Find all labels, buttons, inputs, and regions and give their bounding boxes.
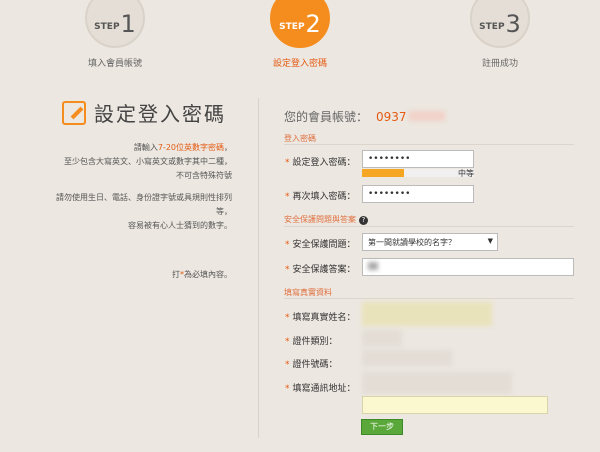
- address-input[interactable]: [362, 396, 548, 414]
- step-3-label: 註冊成功: [481, 59, 518, 69]
- required-star: *: [285, 313, 290, 323]
- section-divider: [284, 226, 574, 227]
- step-1-circle: STEP 1: [85, 0, 145, 48]
- rule-text: 至少包含大寫英文、小寫英文或數字其中二種，: [64, 157, 232, 166]
- rule-text: 不可含特殊符號: [176, 171, 232, 180]
- security-answer-label-text: 安全保護答案：: [292, 265, 356, 275]
- real-name-label-text: 填寫真實姓名：: [292, 313, 356, 323]
- strength-text: 中等: [458, 169, 474, 178]
- required-star: *: [285, 158, 290, 168]
- real-name-input[interactable]: [362, 302, 492, 326]
- id-number-input[interactable]: [362, 350, 452, 366]
- security-question-label: * 安全保護問題：: [285, 237, 356, 250]
- required-star: *: [285, 265, 290, 275]
- divider: [258, 98, 259, 438]
- step-2-label: 設定登入密碼: [272, 59, 327, 69]
- real-name-label: * 填寫真實姓名：: [285, 310, 356, 323]
- warning-text: 容易被有心人士猜到的數字。: [128, 221, 232, 230]
- page-title-row: 設定登入密碼: [62, 98, 226, 127]
- section-info-header: 填寫真實資料: [284, 288, 332, 297]
- step-number: 3: [505, 10, 521, 38]
- address-selects[interactable]: [362, 372, 512, 394]
- required-star: *: [285, 240, 290, 250]
- step-1: STEP 1 填入會員帳號: [45, 0, 185, 69]
- step-1-label: 填入會員帳號: [87, 59, 142, 69]
- required-star: *: [285, 384, 290, 394]
- security-question-value: 第一間就讀學校的名字？: [368, 238, 456, 247]
- section-security-header: 安全保護問題與答案?: [284, 214, 368, 225]
- address-label: * 填寫通訊地址：: [285, 381, 356, 394]
- next-button[interactable]: 下一步: [361, 419, 403, 435]
- confirm-password-label: * 再次填入密碼：: [285, 189, 356, 202]
- confirm-password-input[interactable]: ••••••••: [362, 185, 474, 203]
- rule-highlight: 7-20位英數字密碼: [157, 143, 224, 152]
- step-number: 2: [305, 10, 321, 38]
- address-label-text: 填寫通訊地址：: [292, 384, 356, 394]
- account-row: 您的會員帳號： 0937: [284, 108, 445, 125]
- rule-text: ，: [224, 143, 232, 152]
- security-question-select[interactable]: 第一間就讀學校的名字？ ▼: [362, 233, 498, 251]
- required-note: 打*為必填內容。: [0, 268, 232, 282]
- required-star: *: [285, 192, 290, 202]
- step-word: STEP: [279, 22, 305, 32]
- password-strength-meter: 中等: [362, 169, 486, 179]
- step-word: STEP: [479, 22, 505, 32]
- required-text: 打: [172, 270, 180, 279]
- masked-account: [408, 111, 445, 121]
- required-star: *: [285, 360, 290, 370]
- id-type-label-text: 證件類別：: [292, 337, 338, 347]
- page-title: 設定登入密碼: [94, 102, 226, 126]
- step-2: STEP 2 設定登入密碼: [230, 0, 370, 69]
- password-label: * 設定登入密碼：: [285, 155, 356, 168]
- step-number: 1: [120, 10, 136, 38]
- step-indicator: STEP 1 填入會員帳號 STEP 2 設定登入密碼 STEP 3 註冊成功: [0, 0, 600, 80]
- warning-text: 請勿使用生日、電話、身份證字號或具規則性排列: [56, 193, 232, 202]
- step-2-circle: STEP 2: [270, 0, 330, 48]
- edit-icon: [62, 100, 86, 125]
- security-answer-input[interactable]: [362, 258, 574, 276]
- id-type-label: * 證件類別：: [285, 334, 338, 347]
- section-divider: [284, 144, 574, 145]
- confirm-password-label-text: 再次填入密碼：: [292, 192, 356, 202]
- required-text: 為必填內容。: [184, 270, 232, 279]
- password-rules: 請輸入7-20位英數字密碼， 至少包含大寫英文、小寫英文或數字其中二種， 不可含…: [0, 141, 232, 183]
- section-security-text: 安全保護問題與答案: [284, 215, 356, 224]
- rule-text: 請輸入: [133, 143, 158, 152]
- masked-answer: [368, 262, 378, 270]
- strength-fill: [362, 169, 404, 177]
- security-question-label-text: 安全保護問題：: [292, 240, 356, 250]
- warning-text: 等，: [216, 207, 232, 216]
- step-3: STEP 3 註冊成功: [430, 0, 570, 69]
- dropdown-arrow-icon: ▼: [487, 237, 493, 245]
- password-input[interactable]: ••••••••: [362, 150, 474, 168]
- step-3-circle: STEP 3: [470, 0, 530, 48]
- password-warning: 請勿使用生日、電話、身份證字號或具規則性排列 等， 容易被有心人士猜到的數字。: [0, 191, 232, 233]
- section-login-header: 登入密碼: [284, 134, 316, 143]
- password-label-text: 設定登入密碼：: [292, 158, 356, 168]
- security-answer-label: * 安全保護答案：: [285, 262, 356, 275]
- id-type-select[interactable]: [362, 330, 402, 346]
- account-value: 0937: [376, 110, 407, 124]
- account-label: 您的會員帳號：: [284, 110, 369, 124]
- id-number-label-text: 證件號碼：: [292, 360, 338, 370]
- id-number-label: * 證件號碼：: [285, 357, 338, 370]
- required-star: *: [285, 337, 290, 347]
- section-divider: [284, 298, 574, 299]
- help-icon[interactable]: ?: [359, 216, 368, 225]
- step-word: STEP: [94, 22, 120, 32]
